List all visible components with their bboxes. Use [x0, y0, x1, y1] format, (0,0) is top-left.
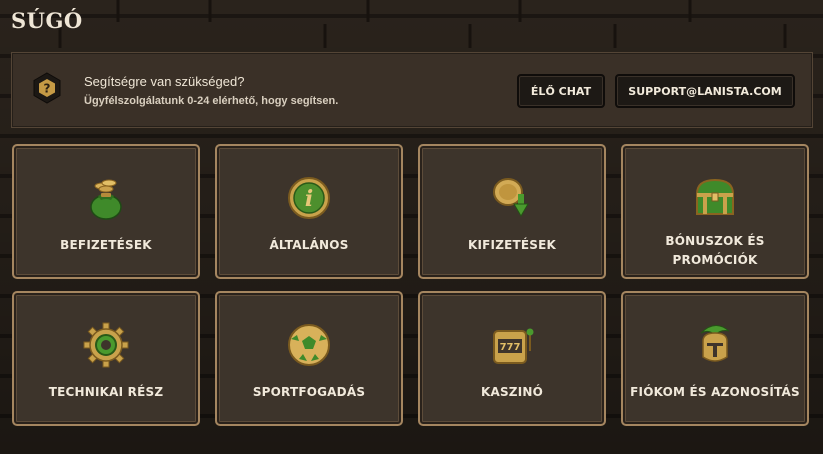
category-label: BEFIZETÉSEK	[60, 238, 152, 252]
football-icon	[288, 324, 330, 366]
treasure-chest-icon	[695, 178, 735, 215]
slot-machine-icon: 777	[493, 328, 534, 364]
svg-text:777: 777	[500, 342, 521, 353]
money-bag-icon	[90, 179, 122, 220]
category-card-casino[interactable]: 777 KASZINÓ	[418, 291, 606, 426]
category-card-sports-betting[interactable]: SPORTFOGADÁS	[215, 291, 403, 426]
category-label: KIFIZETÉSEK	[467, 238, 557, 252]
coin-withdraw-icon	[493, 178, 529, 217]
question-badge-glyph: ?	[44, 82, 51, 96]
category-label: FIÓKOM ÉS AZONOSÍTÁS	[630, 385, 800, 399]
help-subtitle: Ügyfélszolgálatunk 0-24 elérhető, hogy s…	[84, 95, 339, 107]
category-label: BÓNUSZOK ÉS PROMÓCIÓK	[665, 234, 765, 267]
category-card-technical[interactable]: TECHNIKAI RÉSZ	[12, 291, 200, 426]
question-badge-icon: ?	[33, 72, 61, 104]
help-title: Segítségre van szükséged?	[84, 74, 245, 89]
category-label: SPORTFOGADÁS	[252, 385, 366, 399]
category-card-withdrawals[interactable]: KIFIZETÉSEK	[418, 144, 606, 279]
category-label: TECHNIKAI RÉSZ	[48, 385, 164, 399]
category-card-bonuses[interactable]: BÓNUSZOK ÉS PROMÓCIÓK	[621, 144, 809, 279]
gear-icon	[83, 322, 129, 368]
svg-text:i: i	[305, 186, 313, 212]
category-card-deposits[interactable]: BEFIZETÉSEK	[12, 144, 200, 279]
info-coin-icon: i	[288, 177, 330, 219]
help-banner: ? Segítségre van szükséged? Ügyfélszolgá…	[11, 52, 813, 128]
category-card-account[interactable]: FIÓKOM ÉS AZONOSÍTÁS	[621, 291, 809, 426]
brick-seams	[58, 0, 787, 48]
live-chat-button[interactable]: ÉLŐ CHAT	[517, 74, 605, 108]
helmet-icon	[700, 325, 730, 362]
page-title: SÚGÓ	[11, 8, 83, 33]
category-label: KASZINÓ	[480, 385, 544, 399]
category-card-general[interactable]: i ÁLTALÁNOS	[215, 144, 403, 279]
category-label: ÁLTALÁNOS	[269, 238, 349, 252]
support-email-button[interactable]: SUPPORT@LANISTA.COM	[615, 74, 795, 108]
